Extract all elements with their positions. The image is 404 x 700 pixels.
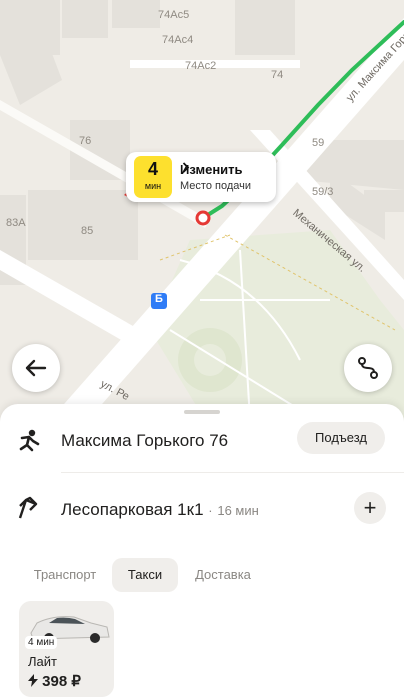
route-icon bbox=[358, 357, 378, 379]
to-address: Лесопарковая 1к1 bbox=[61, 500, 204, 519]
route-button[interactable] bbox=[344, 344, 392, 392]
building-number: 74Ac4 bbox=[162, 34, 194, 46]
tariff-price-line: 398 ₽ bbox=[28, 672, 81, 690]
entrance-button[interactable]: Подъезд bbox=[297, 422, 385, 454]
tariff-name: Лайт bbox=[28, 654, 57, 669]
change-pickup-link[interactable]: Изменить bbox=[180, 162, 243, 177]
sheet-drag-handle[interactable] bbox=[184, 410, 220, 414]
travel-time: 16 мин bbox=[217, 503, 259, 518]
transit-stop-label: Б bbox=[155, 293, 163, 305]
building-number: 74Ac5 bbox=[158, 9, 190, 21]
eta-badge: 4 мин bbox=[134, 156, 172, 198]
divider bbox=[61, 472, 404, 473]
pickup-label: Место подачи bbox=[180, 180, 251, 192]
add-stop-button[interactable]: + bbox=[354, 492, 386, 524]
tariff-card[interactable]: 4 мин Лайт 398 ₽ bbox=[19, 601, 114, 697]
to-address-line: Лесопарковая 1к1 · 16 мин bbox=[61, 500, 259, 520]
back-button[interactable] bbox=[12, 344, 60, 392]
building-number: 59/3 bbox=[312, 186, 334, 198]
from-row[interactable]: Максима Горького 76 Подъезд bbox=[0, 418, 404, 458]
destination-flags-icon bbox=[18, 496, 38, 519]
tab-taxi[interactable]: Такси bbox=[112, 558, 178, 592]
pickup-bubble[interactable]: 4 мин Изменить Место подачи bbox=[126, 152, 276, 202]
building-number: 74Ac2 bbox=[185, 60, 217, 72]
tariff-price: 398 ₽ bbox=[42, 673, 81, 690]
building-number: 76 bbox=[79, 135, 92, 147]
eta-value: 4 bbox=[147, 159, 158, 179]
order-sheet: Максима Горького 76 Подъезд Лесопарковая… bbox=[0, 404, 404, 700]
tab-delivery[interactable]: Доставка bbox=[184, 558, 262, 592]
map-view[interactable]: Б 74Ac5 74Ac4 74Ac2 74 76 59 59/3 83A 85… bbox=[0, 0, 404, 420]
lightning-icon bbox=[28, 674, 38, 687]
from-address: Максима Горького 76 bbox=[61, 431, 229, 450]
tariff-eta: 4 мин bbox=[25, 636, 58, 649]
person-walking-icon bbox=[19, 429, 40, 452]
building-number: 59 bbox=[312, 137, 325, 149]
to-separator: · bbox=[208, 503, 213, 518]
tab-transport[interactable]: Транспорт bbox=[20, 558, 110, 592]
building-number: 74 bbox=[271, 69, 284, 81]
pickup-pin bbox=[195, 210, 211, 226]
chevron-right-icon bbox=[182, 162, 190, 173]
to-row[interactable]: Лесопарковая 1к1 · 16 мин + bbox=[0, 488, 404, 528]
building-number: 83A bbox=[6, 217, 26, 229]
eta-unit: мин bbox=[144, 181, 162, 191]
building-number: 85 bbox=[81, 225, 94, 237]
arrow-left-icon bbox=[25, 359, 47, 377]
